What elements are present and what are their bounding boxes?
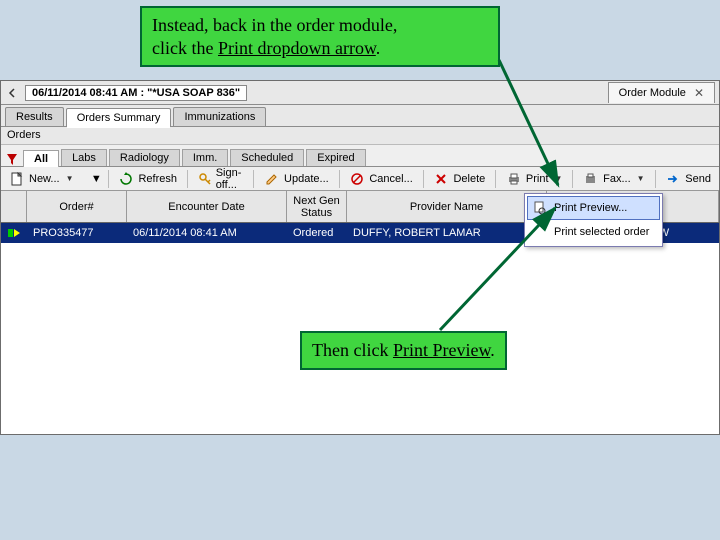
filter-radiology[interactable]: Radiology xyxy=(109,149,180,166)
cell-order: PRO335477 xyxy=(33,227,94,239)
order-module-window: 06/11/2014 08:41 AM : "*USA SOAP 836" Or… xyxy=(0,80,720,435)
print-dropdown-menu: Print Preview... Print selected order xyxy=(524,193,663,247)
filter-tabs: All Labs Radiology Imm. Scheduled Expire… xyxy=(1,145,719,167)
pencil-icon xyxy=(264,171,280,187)
nav-prev-icon[interactable] xyxy=(5,85,19,101)
col-provider[interactable]: Provider Name xyxy=(347,191,547,222)
refresh-button[interactable]: Refresh xyxy=(114,169,181,189)
module-tab[interactable]: Order Module ✕ xyxy=(608,82,715,103)
window-titlebar: 06/11/2014 08:41 AM : "*USA SOAP 836" Or… xyxy=(1,81,719,105)
col-icon[interactable] xyxy=(1,191,27,222)
send-icon xyxy=(665,171,681,187)
cell-encounter: 06/11/2014 08:41 AM xyxy=(133,227,237,239)
extra-caret-icon[interactable]: ▼ xyxy=(91,173,102,185)
menu-item-print-selected[interactable]: Print selected order xyxy=(527,220,660,244)
callout-bottom-post: . xyxy=(490,340,495,360)
section-orders-header: Orders xyxy=(1,127,719,145)
print-preview-icon xyxy=(532,200,548,216)
filter-labs[interactable]: Labs xyxy=(61,149,107,166)
callout-top-line1: Instead, back in the order module, xyxy=(152,15,397,35)
cell-status: Ordered xyxy=(293,227,333,239)
col-encounter[interactable]: Encounter Date xyxy=(127,191,287,222)
grid-body: PRO335477 06/11/2014 08:41 AM Ordered DU… xyxy=(1,223,719,423)
update-button[interactable]: Update... xyxy=(260,169,333,189)
callout-bottom-pre: Then click xyxy=(312,340,393,360)
new-button[interactable]: New... ▼ xyxy=(5,169,78,189)
menu-item-print-preview-label: Print Preview... xyxy=(554,202,627,214)
delete-button[interactable]: Delete xyxy=(429,169,489,189)
cancel-button[interactable]: Cancel... xyxy=(345,169,416,189)
funnel-icon[interactable] xyxy=(7,154,17,166)
row-flag-icon xyxy=(1,223,27,243)
menu-item-print-selected-label: Print selected order xyxy=(554,226,649,238)
toolbar-sep xyxy=(108,170,109,188)
refresh-icon xyxy=(118,171,134,187)
col-order[interactable]: Order# xyxy=(27,191,127,222)
delete-icon xyxy=(433,171,449,187)
filter-all[interactable]: All xyxy=(23,150,59,167)
menu-item-print-preview[interactable]: Print Preview... xyxy=(527,196,660,220)
filter-expired[interactable]: Expired xyxy=(306,149,365,166)
print-caret-icon[interactable]: ▼ xyxy=(555,174,563,183)
callout-bottom-underline: Print Preview xyxy=(393,340,490,360)
callout-top-line2-underline: Print dropdown arrow xyxy=(218,38,376,58)
tab-immunizations[interactable]: Immunizations xyxy=(173,107,266,126)
callout-bottom: Then click Print Preview. xyxy=(300,331,507,370)
main-tabs: Results Orders Summary Immunizations xyxy=(1,105,719,127)
cell-provider: DUFFY, ROBERT LAMAR xyxy=(353,227,481,239)
tab-orders-summary[interactable]: Orders Summary xyxy=(66,108,172,127)
col-status[interactable]: Next Gen Status xyxy=(287,191,347,222)
filter-imm[interactable]: Imm. xyxy=(182,149,228,166)
tab-results[interactable]: Results xyxy=(5,107,64,126)
fax-button[interactable]: Fax... ▼ xyxy=(579,169,648,189)
fax-icon xyxy=(583,171,599,187)
key-icon xyxy=(198,171,212,187)
module-tab-label: Order Module xyxy=(619,87,686,99)
caret-down-icon: ▼ xyxy=(66,174,74,183)
callout-top: Instead, back in the order module, click… xyxy=(140,6,500,67)
callout-top-line2-pre: click the xyxy=(152,38,218,58)
printer-icon xyxy=(506,171,522,187)
send-button[interactable]: Send xyxy=(661,169,715,189)
new-icon xyxy=(9,171,25,187)
cancel-icon xyxy=(349,171,365,187)
toolbar: New... ▼ ▼ Refresh Sign-off... Update... xyxy=(1,167,719,191)
filter-scheduled[interactable]: Scheduled xyxy=(230,149,304,166)
callout-top-line2-post: . xyxy=(376,38,381,58)
signoff-button[interactable]: Sign-off... xyxy=(194,165,248,193)
print-button[interactable]: Print ▼ xyxy=(502,169,567,189)
close-icon[interactable]: ✕ xyxy=(694,86,704,100)
encounter-date-label[interactable]: 06/11/2014 08:41 AM : "*USA SOAP 836" xyxy=(25,85,247,101)
